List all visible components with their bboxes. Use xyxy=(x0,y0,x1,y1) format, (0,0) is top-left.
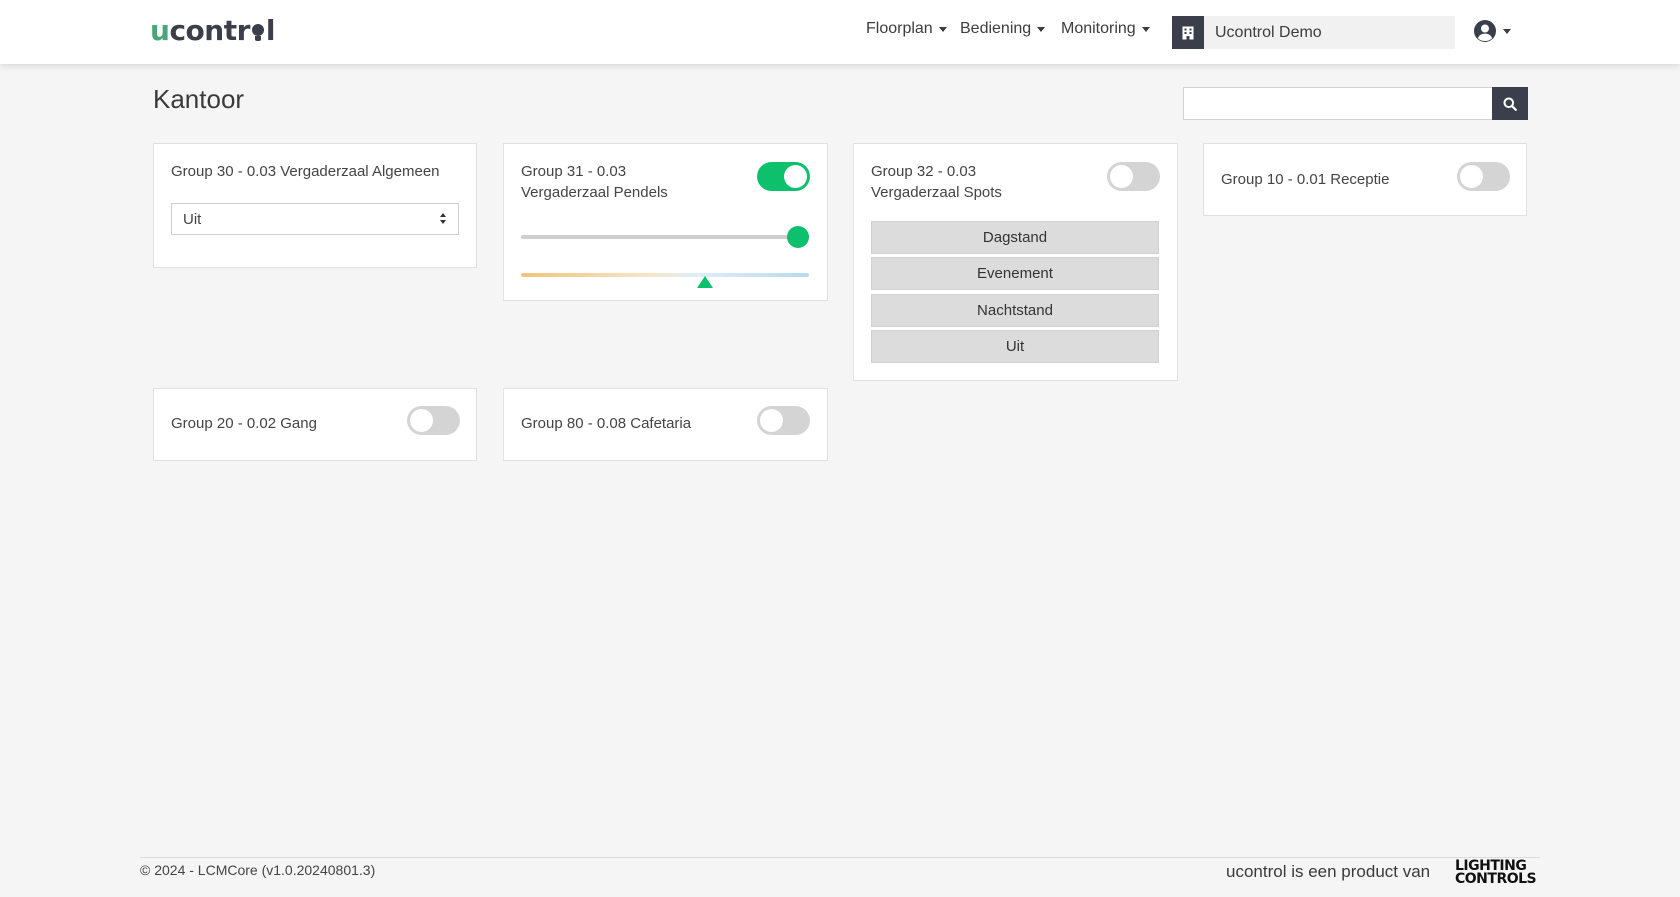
power-toggle[interactable] xyxy=(1457,162,1510,191)
power-toggle[interactable] xyxy=(407,406,460,435)
search-bar xyxy=(1183,87,1528,120)
footer-product-text: ucontrol is een product van xyxy=(1226,862,1431,881)
group-card-30: Group 30 - 0.03 Vergaderzaal Algemeen Ui… xyxy=(153,143,477,268)
user-menu[interactable] xyxy=(1473,19,1511,43)
group-title-line2: Vergaderzaal Pendels xyxy=(521,184,668,201)
bulb-icon xyxy=(251,22,265,41)
scene-button-dagstand[interactable]: Dagstand xyxy=(871,221,1159,254)
group-card-31: Group 31 - 0.03 Vergaderzaal Pendels xyxy=(503,143,828,301)
scene-button-evenement[interactable]: Evenement xyxy=(871,257,1159,290)
group-title: Group 32 - 0.03 Vergaderzaal Spots xyxy=(871,161,1002,203)
group-title: Group 31 - 0.03 Vergaderzaal Pendels xyxy=(521,161,668,203)
group-title: Group 80 - 0.08 Cafetaria xyxy=(521,415,692,432)
lighting-controls-logo[interactable]: LIGHTING CONTROLS xyxy=(1455,859,1541,888)
chevron-down-icon xyxy=(1141,26,1150,32)
power-toggle[interactable] xyxy=(757,406,810,435)
group-title: Group 10 - 0.01 Receptie xyxy=(1221,171,1390,188)
ucontrol-logo[interactable]: u contr l xyxy=(150,14,276,47)
brand-line-2: CONTROLS xyxy=(1455,871,1537,887)
group-card-32: Group 32 - 0.03 Vergaderzaal Spots Dagst… xyxy=(853,143,1178,381)
color-temperature-slider[interactable] xyxy=(521,273,809,288)
group-title-line1: Group 32 - 0.03 xyxy=(871,163,977,180)
site-name: Ucontrol Demo xyxy=(1215,23,1322,41)
user-circle-icon xyxy=(1474,20,1496,42)
dim-slider-fill xyxy=(521,235,798,239)
nav-bediening[interactable]: Bediening xyxy=(960,20,1046,38)
page-title: Kantoor xyxy=(153,84,245,114)
chevron-down-icon xyxy=(938,26,947,32)
color-temperature-thumb[interactable] xyxy=(697,276,713,288)
scene-button-uit[interactable]: Uit xyxy=(871,330,1159,363)
scene-select-value: Uit xyxy=(183,210,202,228)
nav-floorplan[interactable]: Floorplan xyxy=(866,20,947,38)
scene-button-nachtstand[interactable]: Nachtstand xyxy=(871,294,1159,327)
chevron-down-icon xyxy=(1503,28,1511,34)
nav-bediening-label: Bediening xyxy=(960,20,1032,37)
building-icon xyxy=(1172,16,1204,49)
group-title: Group 20 - 0.02 Gang xyxy=(171,415,317,432)
group-title-line2: Vergaderzaal Spots xyxy=(871,184,1002,201)
nav-floorplan-label: Floorplan xyxy=(866,20,933,37)
scene-select[interactable]: Uit xyxy=(171,203,459,235)
logo-text-l: l xyxy=(265,14,276,47)
power-toggle[interactable] xyxy=(757,162,810,191)
chevron-down-icon xyxy=(1037,26,1046,32)
group-title-line1: Group 31 - 0.03 xyxy=(521,163,627,180)
group-card-80: Group 80 - 0.08 Cafetaria xyxy=(503,388,828,461)
dim-slider-thumb[interactable] xyxy=(787,226,809,248)
group-card-10: Group 10 - 0.01 Receptie xyxy=(1203,143,1527,216)
power-toggle[interactable] xyxy=(1107,162,1160,191)
group-card-20: Group 20 - 0.02 Gang xyxy=(153,388,477,461)
footer-divider xyxy=(140,857,1540,858)
select-arrows-icon xyxy=(440,213,447,225)
top-navbar: u contr l Floorplan Bediening Monitoring U… xyxy=(0,0,1680,64)
nav-monitoring[interactable]: Monitoring xyxy=(1061,20,1150,38)
search-input[interactable] xyxy=(1183,87,1492,120)
site-selector[interactable]: Ucontrol Demo xyxy=(1172,16,1455,49)
search-button[interactable] xyxy=(1492,87,1528,120)
dim-slider[interactable] xyxy=(521,226,809,248)
nav-monitoring-label: Monitoring xyxy=(1061,20,1136,37)
logo-text-contr: contr xyxy=(169,14,250,47)
group-title: Group 30 - 0.03 Vergaderzaal Algemeen xyxy=(171,163,440,180)
search-icon xyxy=(1503,97,1517,111)
footer-copyright: © 2024 - LCMCore (v1.0.20240801.3) xyxy=(140,862,376,878)
logo-text-u: u xyxy=(150,14,170,47)
